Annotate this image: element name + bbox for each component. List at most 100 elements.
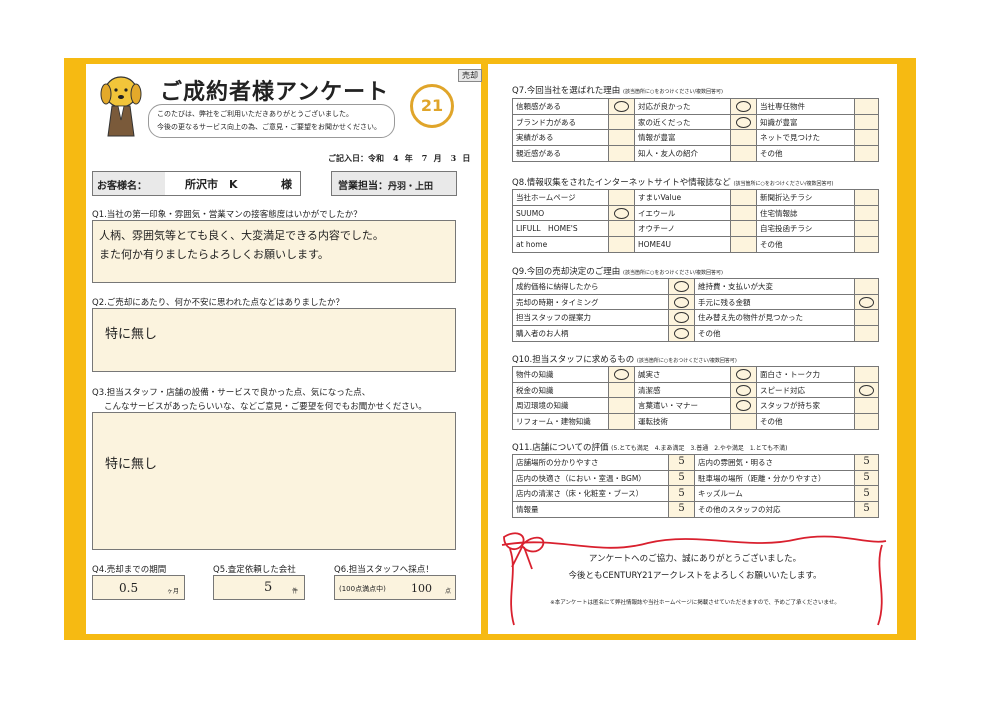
option-label: 購入者のお人柄 — [512, 325, 669, 342]
check-cell[interactable] — [730, 397, 757, 415]
check-cell[interactable] — [854, 220, 879, 238]
check-cell[interactable] — [854, 113, 879, 131]
check-cell[interactable] — [730, 366, 757, 383]
check-cell[interactable] — [608, 236, 635, 253]
option-label: その他 — [694, 325, 855, 342]
q3-question-line-1: Q3.担当スタッフ・店舗の設備・サービスで良かった点、気になった点、 — [92, 388, 371, 398]
check-cell[interactable] — [730, 220, 757, 238]
check-cell[interactable] — [608, 413, 635, 430]
sales-staff-name: 丹羽・上田 — [388, 182, 434, 192]
score-cell[interactable]: 5 — [854, 501, 879, 518]
intro-line-1: このたびは、弊社をご利用いただきありがとうございました。 — [157, 110, 353, 118]
option-label: 成約価格に納得したから — [512, 278, 669, 295]
check-cell[interactable] — [854, 309, 879, 327]
q6-unit: 点 — [445, 588, 452, 595]
check-cell[interactable] — [608, 98, 635, 115]
q3-question-line-2: こんなサービスがあったらいいな、などご意見・ご要望を何でもお聞かせください。 — [104, 402, 427, 412]
table-row: 親近感がある 知人・友人の紹介 その他 — [512, 145, 879, 162]
table-row: 信頼感がある 対応が良かった 当社専任物件 — [512, 98, 879, 115]
check-cell[interactable] — [854, 204, 879, 222]
check-cell[interactable] — [608, 129, 635, 147]
check-cell[interactable] — [730, 236, 757, 253]
check-cell[interactable] — [730, 204, 757, 222]
check-cell[interactable] — [854, 381, 879, 399]
q1-answer-line-2: また何か有りましたらよろしくお願いします。 — [99, 248, 329, 261]
check-cell[interactable] — [730, 381, 757, 399]
option-label: 情報が豊富 — [634, 129, 731, 147]
option-label: 住み替え先の物件が見つかった — [694, 309, 855, 327]
mascot-dog-icon — [100, 76, 142, 137]
page-title: ご成約者様アンケート — [160, 80, 390, 105]
option-label: 知識が豊富 — [756, 113, 855, 131]
circle-mark-icon — [736, 384, 751, 396]
option-label: リフォーム・建物知識 — [512, 413, 609, 430]
footer-note: ※本アンケートは匿名にて弊社情報誌や当社ホームページに掲載させていただきますので… — [550, 600, 840, 606]
century21-logo: 21 — [410, 84, 454, 128]
check-cell[interactable] — [608, 113, 635, 131]
q5-question: Q5.査定依頼した会社 — [213, 565, 296, 575]
check-cell[interactable] — [668, 325, 695, 342]
sales-staff-box: 営業担当：丹羽・上田 — [331, 171, 457, 196]
score-cell[interactable]: 5 — [668, 469, 695, 487]
check-cell[interactable] — [608, 204, 635, 222]
q8-heading: Q8.情報収集をされたインターネットサイトや情報誌など (該当箇所に○をおつけく… — [512, 176, 833, 188]
check-cell[interactable] — [854, 366, 879, 383]
option-label: すまいValue — [634, 189, 731, 206]
check-cell[interactable] — [730, 189, 757, 206]
date-month-unit: 月 — [433, 154, 442, 163]
option-label: キッズルーム — [694, 485, 855, 503]
check-cell[interactable] — [608, 381, 635, 399]
check-cell[interactable] — [730, 98, 757, 115]
table-row: 購入者のお人柄 その他 — [512, 325, 879, 342]
circle-mark-icon — [736, 368, 751, 380]
check-cell[interactable] — [854, 397, 879, 415]
option-label: 当社専任物件 — [756, 98, 855, 115]
check-cell[interactable] — [668, 309, 695, 327]
score-cell[interactable]: 5 — [854, 469, 879, 487]
score-cell[interactable]: 5 — [668, 485, 695, 503]
check-cell[interactable] — [730, 413, 757, 430]
check-cell[interactable] — [608, 366, 635, 383]
check-cell[interactable] — [730, 113, 757, 131]
circle-mark-icon — [674, 296, 689, 308]
check-cell[interactable] — [854, 293, 879, 311]
check-cell[interactable] — [854, 236, 879, 253]
table-row: 成約価格に納得したから 維持費・支払いが大変 — [512, 278, 879, 295]
table-row: 当社ホームページ すまいValue 新聞折込チラシ — [512, 189, 879, 206]
option-label: その他のスタッフの対応 — [694, 501, 855, 518]
score-cell[interactable]: 5 — [668, 501, 695, 518]
score-cell[interactable]: 5 — [854, 485, 879, 503]
check-cell[interactable] — [608, 220, 635, 238]
check-cell[interactable] — [668, 293, 695, 311]
table-row: 店内の快適さ（におい・室温・BGM） 5 駐車場の場所（距離・分かりやすさ） 5 — [512, 469, 879, 487]
table-row: 担当スタッフの提案力 住み替え先の物件が見つかった — [512, 309, 879, 327]
table-row: 税金の知識 清潔感 スピード対応 — [512, 381, 879, 399]
check-cell[interactable] — [854, 189, 879, 206]
check-cell[interactable] — [854, 278, 879, 295]
check-cell[interactable] — [854, 129, 879, 147]
check-cell[interactable] — [730, 129, 757, 147]
check-cell[interactable] — [854, 325, 879, 342]
q10-title: Q10.担当スタッフに求めるもの — [512, 355, 635, 365]
check-cell[interactable] — [730, 145, 757, 162]
check-cell[interactable] — [854, 413, 879, 430]
check-cell[interactable] — [854, 98, 879, 115]
q6-question: Q6.担当スタッフへ採点！ — [334, 565, 434, 575]
option-label: 対応が良かった — [634, 98, 731, 115]
check-cell[interactable] — [608, 189, 635, 206]
check-cell[interactable] — [854, 145, 879, 162]
table-row: ブランド力がある 家の近くだった 知識が豊富 — [512, 113, 879, 131]
option-label: 言葉遣い・マナー — [634, 397, 731, 415]
table-row: 売却の時期・タイミング 手元に残る金額 — [512, 293, 879, 311]
q11-scale: (5.とても満足 4.まあ満足 3.普通 2.やや満足 1.とても不満) — [611, 445, 788, 452]
score-cell[interactable]: 5 — [668, 454, 695, 471]
option-label: 実績がある — [512, 129, 609, 147]
score-cell[interactable]: 5 — [854, 454, 879, 471]
q11-title: Q11.店舗についての評価 — [512, 443, 609, 453]
q4-answer-box: 0.5 ヶ月 — [92, 575, 185, 600]
q1-answer-box: 人柄、雰囲気等とても良く、大変満足できる内容でした。 また何か有りましたらよろし… — [92, 220, 456, 283]
check-cell[interactable] — [608, 145, 635, 162]
check-cell[interactable] — [668, 278, 695, 295]
option-label: ネットで見つけた — [756, 129, 855, 147]
check-cell[interactable] — [608, 397, 635, 415]
